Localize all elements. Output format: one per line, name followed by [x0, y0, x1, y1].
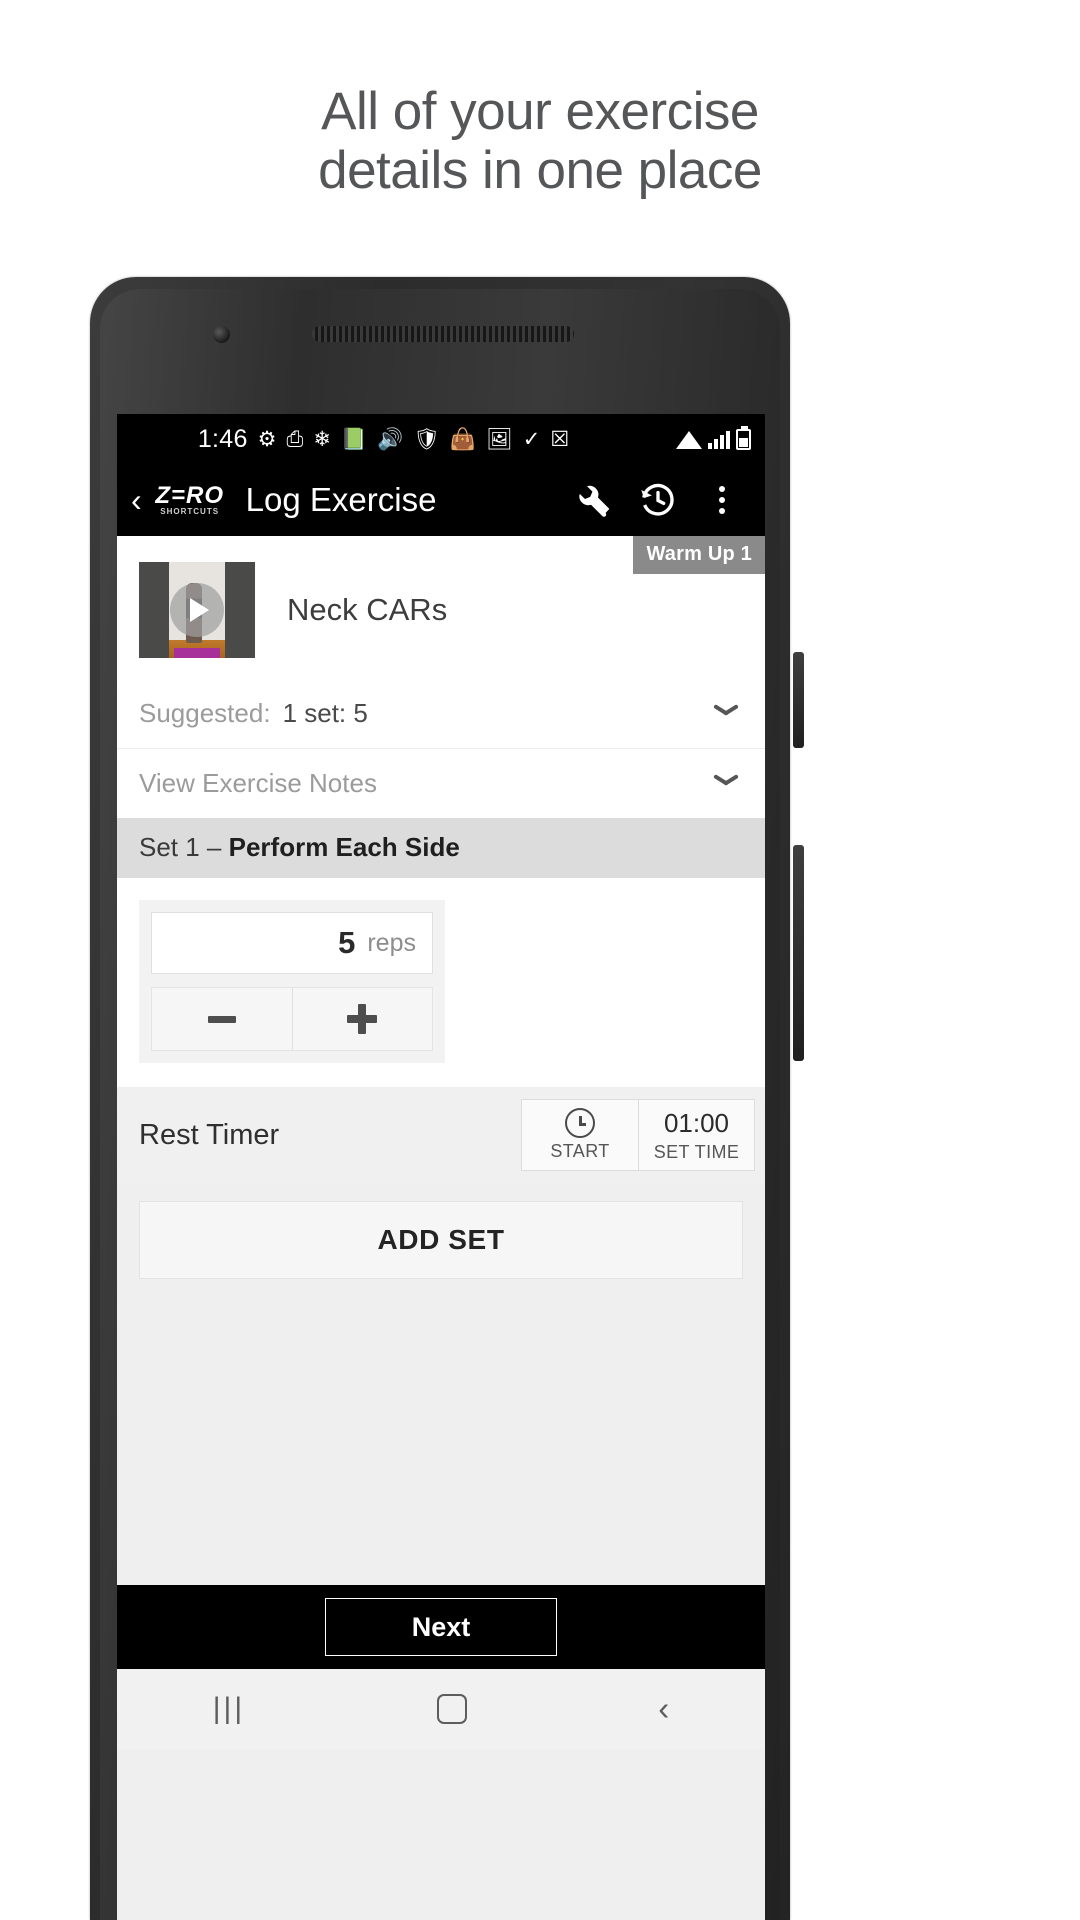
back-button[interactable]: ‹	[127, 484, 146, 516]
thumbnail-mat	[173, 648, 221, 658]
check-tag-icon: ✓	[522, 427, 541, 451]
wifi-icon	[676, 429, 702, 449]
status-bar: 1:46 ⚙ ⎙ ❄ 📗 🔊 🛡 👜 🖼 ✓ ☒	[117, 414, 765, 464]
reps-input[interactable]: 5 reps	[151, 912, 433, 974]
status-time: 1:46	[197, 424, 248, 453]
nav-back-button[interactable]: ‹	[658, 1690, 669, 1728]
exercise-name: Neck CARs	[287, 592, 448, 627]
suggested-label: Suggested:	[139, 697, 271, 728]
app-logo: Z=RO SHORTCUTS	[152, 480, 228, 520]
next-button[interactable]: Next	[325, 1598, 557, 1656]
bag-icon: 👜	[449, 427, 477, 451]
stepper-buttons	[151, 987, 433, 1051]
android-nav-bar: ||| ‹	[117, 1669, 765, 1749]
chevron-down-icon[interactable]	[713, 706, 739, 721]
headline-line-1: All of your exercise	[321, 82, 759, 141]
status-badge: Warm Up 1	[633, 536, 765, 574]
history-glyph	[641, 483, 674, 516]
suggested-value: 1 set: 5	[282, 697, 368, 728]
start-label: START	[550, 1141, 610, 1161]
phone-screen: 1:46 ⚙ ⎙ ❄ 📗 🔊 🛡 👜 🖼 ✓ ☒ ‹ Z=RO SHORTCUT…	[117, 414, 765, 1920]
app-logo-secondary: SHORTCUTS	[160, 506, 220, 516]
history-icon[interactable]	[629, 471, 687, 529]
set-time-button[interactable]: 01:00 SET TIME	[638, 1100, 754, 1170]
set-header-prefix: Set 1 –	[139, 832, 229, 862]
photo-icon: 🖼	[486, 427, 513, 451]
rest-timer-row: Rest Timer START 01:00 SET TIME	[117, 1087, 765, 1183]
rest-timer-label: Rest Timer	[139, 1118, 280, 1151]
footer-bar: Next	[117, 1585, 765, 1669]
shield-icon: 🛡	[413, 427, 440, 451]
reps-value: 5	[338, 925, 356, 960]
battery-icon	[736, 425, 751, 450]
headline-line-2: details in one place	[318, 141, 762, 200]
exercise-video-thumbnail[interactable]	[139, 562, 255, 658]
recents-button[interactable]: |||	[213, 1692, 245, 1726]
minus-icon	[207, 1015, 236, 1023]
plus-icon	[347, 1004, 378, 1034]
gear-icon: ⚙	[257, 427, 277, 451]
exercise-card: Warm Up 1 Neck CARs Suggested: 1 set: 5 V…	[117, 536, 765, 818]
suggested-row[interactable]: Suggested: 1 set: 5	[117, 678, 765, 748]
x-box-icon: ☒	[550, 427, 570, 451]
overflow-menu-icon[interactable]	[693, 471, 751, 529]
add-set-area: ADD SET	[117, 1183, 765, 1299]
app-logo-primary: Z=RO	[155, 481, 224, 509]
set-header-bold: Perform Each Side	[228, 832, 460, 862]
promo-headline: All of your exercise details in one plac…	[0, 82, 1080, 200]
clock-icon	[565, 1108, 595, 1138]
speaker-icon: 🔊	[377, 427, 404, 451]
volume-button-up[interactable]	[793, 652, 804, 748]
rest-time-value: 01:00	[663, 1107, 730, 1138]
front-camera-icon	[213, 326, 230, 343]
reps-stepper: 5 reps	[139, 900, 445, 1063]
decrement-reps-button[interactable]	[152, 988, 292, 1050]
start-timer-button[interactable]: START	[522, 1100, 638, 1170]
book-icon: 📗	[340, 427, 368, 451]
home-icon[interactable]	[436, 1694, 467, 1724]
overflow-dots	[719, 486, 725, 514]
rest-timer-controls: START 01:00 SET TIME	[521, 1099, 755, 1171]
wrench-icon[interactable]	[565, 471, 623, 529]
set-entry-area: 5 reps	[117, 878, 765, 1087]
wrench-glyph	[579, 485, 610, 517]
notes-label: View Exercise Notes	[139, 768, 377, 798]
play-icon	[170, 583, 224, 637]
power-button[interactable]	[793, 845, 804, 1061]
chevron-down-icon[interactable]	[713, 776, 739, 791]
app-bar: ‹ Z=RO SHORTCUTS Log Exercise	[117, 464, 765, 536]
reps-unit-label: reps	[367, 928, 416, 957]
add-set-button[interactable]: ADD SET	[139, 1201, 743, 1279]
page-title: Log Exercise	[245, 481, 437, 518]
search-doc-icon: ⎙	[286, 427, 304, 451]
suggested-label-group: Suggested: 1 set: 5	[139, 698, 368, 729]
earpiece-speaker	[312, 326, 574, 342]
set-header: Set 1 – Perform Each Side	[117, 818, 765, 878]
signal-icon	[708, 429, 730, 449]
set-time-label: SET TIME	[653, 1141, 740, 1162]
exercise-notes-row[interactable]: View Exercise Notes	[117, 748, 765, 818]
empty-space	[117, 1299, 765, 1585]
increment-reps-button[interactable]	[291, 988, 433, 1050]
snowflake-icon: ❄	[313, 427, 331, 451]
